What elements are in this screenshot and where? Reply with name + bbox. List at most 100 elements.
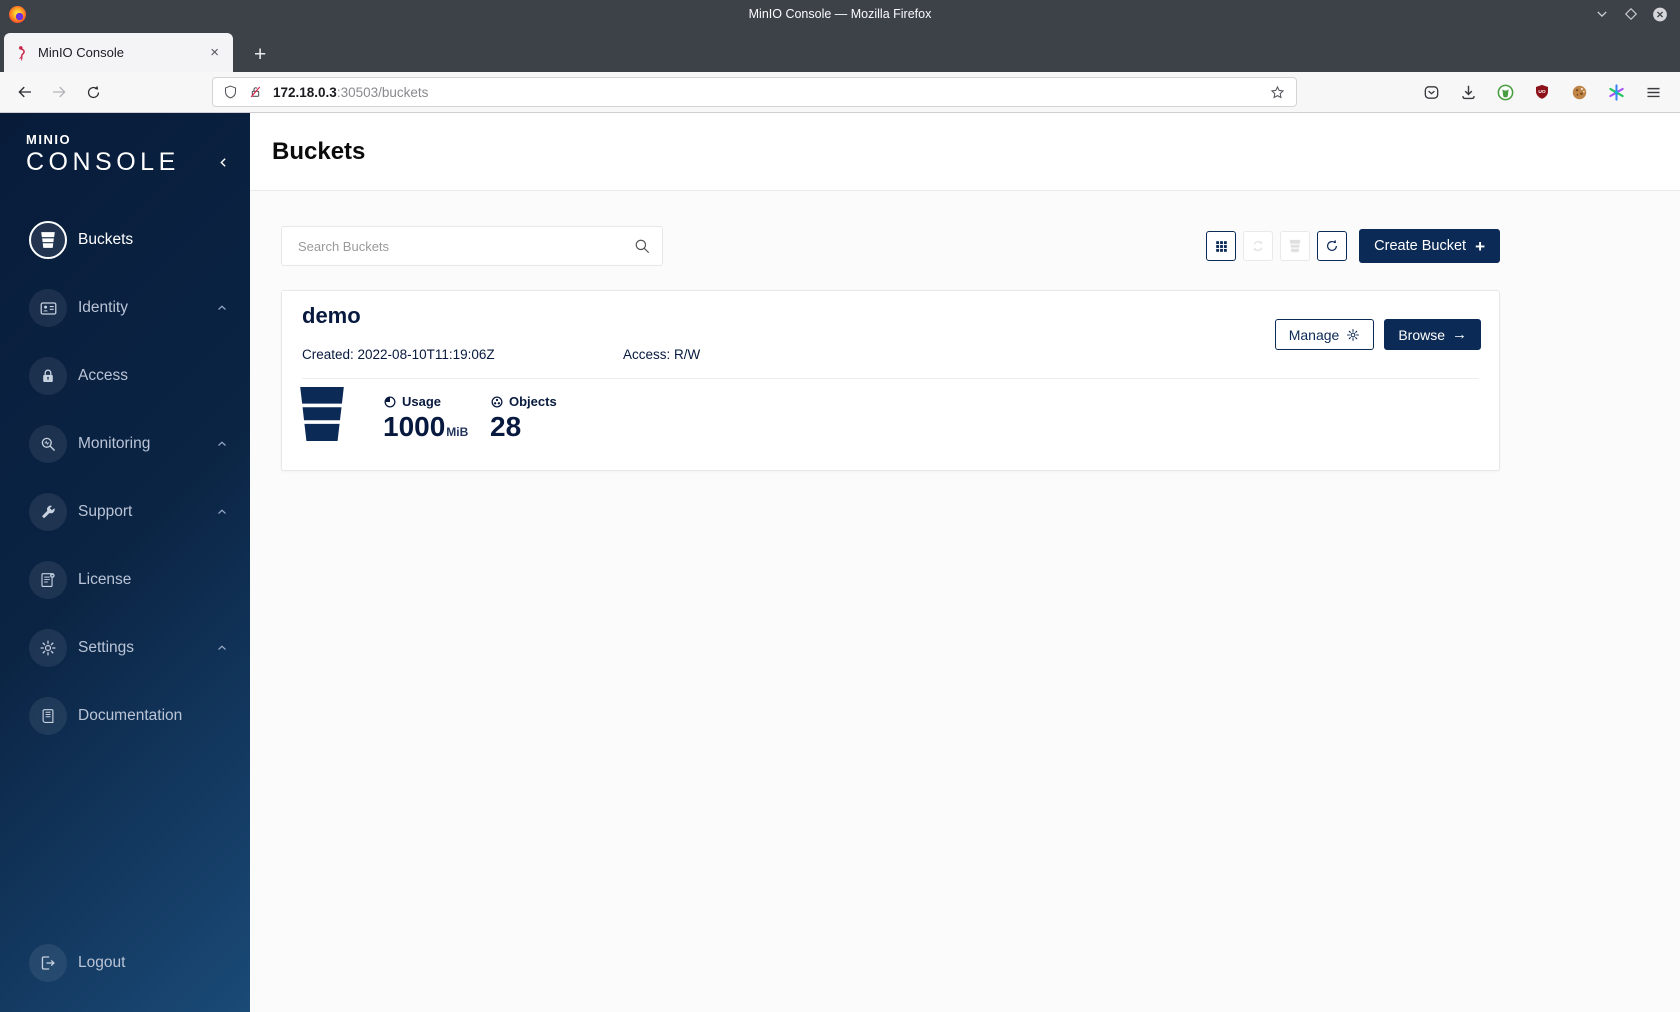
downloads-icon[interactable] bbox=[1457, 81, 1479, 103]
sidebar-item-label: Identity bbox=[78, 299, 128, 316]
sidebar-item-label: Support bbox=[78, 503, 133, 520]
sidebar-item-settings[interactable]: Settings bbox=[0, 614, 250, 682]
sidebar-item-label: Documentation bbox=[78, 707, 183, 724]
license-doc-icon bbox=[29, 561, 67, 599]
privacy-badger-icon[interactable] bbox=[1494, 81, 1516, 103]
sidebar-item-label: Monitoring bbox=[78, 435, 151, 452]
objects-icon bbox=[491, 396, 503, 407]
sidebar-item-label: Buckets bbox=[78, 231, 134, 248]
usage-label: Usage bbox=[402, 394, 442, 409]
bucket-icon bbox=[297, 387, 347, 441]
search-icon bbox=[633, 237, 651, 255]
browse-bucket-button[interactable]: Browse → bbox=[1384, 319, 1481, 350]
sidebar-item-support[interactable]: Support bbox=[0, 478, 250, 546]
page-title: Buckets bbox=[272, 137, 366, 165]
bucket-name[interactable]: demo bbox=[302, 303, 361, 329]
grid-icon bbox=[1215, 240, 1227, 252]
tracking-shield-icon[interactable] bbox=[223, 84, 238, 100]
create-bucket-button[interactable]: Create Bucket + bbox=[1359, 229, 1500, 263]
objects-value: 28 bbox=[490, 411, 522, 442]
url-text: 172.18.0.3:30503/buckets bbox=[273, 85, 428, 100]
tab-close-icon[interactable]: × bbox=[206, 43, 223, 62]
window-titlebar: MinIO Console — Mozilla Firefox bbox=[0, 0, 1680, 28]
bucket-icon bbox=[29, 221, 67, 259]
plus-icon: + bbox=[1475, 236, 1485, 256]
window-minimize-icon[interactable] bbox=[1594, 6, 1610, 22]
insecure-lock-icon[interactable] bbox=[247, 84, 263, 100]
usage-value: 1000 bbox=[383, 411, 446, 442]
sidebar-item-label: Settings bbox=[78, 639, 135, 656]
search-buckets-input[interactable] bbox=[281, 226, 663, 266]
sidebar-collapse-icon[interactable] bbox=[212, 151, 234, 173]
buckets-controls-row: Create Bucket + bbox=[281, 226, 1500, 266]
lock-icon bbox=[29, 357, 67, 395]
sidebar-item-monitoring[interactable]: Monitoring bbox=[0, 410, 250, 478]
manage-label: Manage bbox=[1288, 326, 1340, 343]
logout-icon bbox=[29, 944, 67, 982]
bucket-card-demo[interactable]: demo Created: 2022-08-10T11:19:06Z Acces… bbox=[281, 290, 1500, 471]
identity-card-icon bbox=[29, 289, 67, 327]
bucket-created: Created: 2022-08-10T11:19:06Z bbox=[302, 347, 495, 362]
set-replication-button bbox=[1243, 231, 1274, 261]
logout-label: Logout bbox=[78, 954, 126, 971]
url-host: 172.18.0.3 bbox=[273, 84, 337, 100]
url-bar[interactable]: 172.18.0.3:30503/buckets bbox=[212, 77, 1297, 107]
chevron-up-icon[interactable] bbox=[216, 642, 228, 654]
sidebar-item-buckets[interactable]: Buckets bbox=[0, 206, 250, 274]
extension-asterisk-icon[interactable] bbox=[1605, 81, 1627, 103]
sidebar-item-license[interactable]: License bbox=[0, 546, 250, 614]
back-button[interactable] bbox=[10, 77, 40, 107]
arrow-right-icon: → bbox=[1452, 326, 1467, 343]
refresh-icon bbox=[1327, 239, 1338, 251]
sidebar-item-identity[interactable]: Identity bbox=[0, 274, 250, 342]
book-icon bbox=[29, 697, 67, 735]
page-header: Buckets bbox=[250, 113, 1680, 191]
bucket-access: Access: R/W bbox=[623, 347, 701, 362]
tab-bar: MinIO Console × + bbox=[0, 28, 1680, 72]
sidebar-nav: Buckets Identity Access Monitoring Suppo… bbox=[0, 206, 250, 750]
browser-navbar: 172.18.0.3:30503/buckets UO bbox=[0, 72, 1680, 113]
svg-text:UO: UO bbox=[1538, 89, 1546, 95]
manage-bucket-button[interactable]: Manage bbox=[1274, 319, 1375, 350]
ublock-origin-icon[interactable]: UO bbox=[1531, 81, 1553, 103]
wrench-icon bbox=[29, 493, 67, 531]
bucket-objects-metric: Objects 28 bbox=[490, 394, 557, 443]
chevron-up-icon[interactable] bbox=[216, 438, 228, 450]
usage-unit: MiB bbox=[446, 425, 469, 439]
menu-hamburger-icon[interactable] bbox=[1642, 81, 1664, 103]
main-area: Buckets Search Buckets Create Bucket + d… bbox=[250, 113, 1680, 1012]
grid-view-toggle-button[interactable] bbox=[1206, 231, 1237, 261]
browse-label: Browse bbox=[1398, 326, 1445, 343]
sidebar-item-documentation[interactable]: Documentation bbox=[0, 682, 250, 750]
pocket-icon[interactable] bbox=[1420, 81, 1442, 103]
refresh-buckets-button[interactable] bbox=[1317, 231, 1348, 261]
replication-arrows-icon bbox=[1253, 241, 1263, 251]
gear-icon bbox=[1347, 328, 1360, 341]
create-bucket-label: Create Bucket bbox=[1374, 238, 1467, 254]
window-maximize-icon[interactable] bbox=[1623, 6, 1639, 22]
bucket-usage-metric: Usage 1000MiB bbox=[383, 394, 468, 443]
magnifier-icon bbox=[29, 425, 67, 463]
delete-selected-buckets-button bbox=[1280, 231, 1311, 261]
tab-minio-console[interactable]: MinIO Console × bbox=[4, 33, 233, 72]
card-divider bbox=[302, 378, 1479, 379]
new-tab-button[interactable]: + bbox=[248, 44, 272, 65]
chevron-up-icon[interactable] bbox=[216, 506, 228, 518]
forward-button[interactable] bbox=[44, 77, 74, 107]
sidebar-item-label: Access bbox=[78, 367, 128, 384]
gear-icon bbox=[29, 629, 67, 667]
tab-title: MinIO Console bbox=[38, 45, 124, 60]
minio-flamingo-favicon-icon bbox=[19, 45, 25, 61]
sidebar-item-label: License bbox=[78, 571, 132, 588]
objects-label: Objects bbox=[509, 394, 557, 409]
sidebar-item-logout[interactable]: Logout bbox=[0, 929, 250, 997]
reload-button[interactable] bbox=[78, 77, 108, 107]
url-path: :30503/buckets bbox=[336, 84, 429, 100]
usage-pie-icon bbox=[384, 396, 396, 407]
window-close-icon[interactable] bbox=[1652, 6, 1668, 22]
bookmark-star-icon[interactable] bbox=[1269, 84, 1286, 101]
chevron-up-icon[interactable] bbox=[216, 302, 228, 314]
sidebar-item-access[interactable]: Access bbox=[0, 342, 250, 410]
cookie-icon[interactable] bbox=[1568, 81, 1590, 103]
buckets-content: Create Bucket + demo Created: 2022-08-10… bbox=[250, 191, 1680, 471]
